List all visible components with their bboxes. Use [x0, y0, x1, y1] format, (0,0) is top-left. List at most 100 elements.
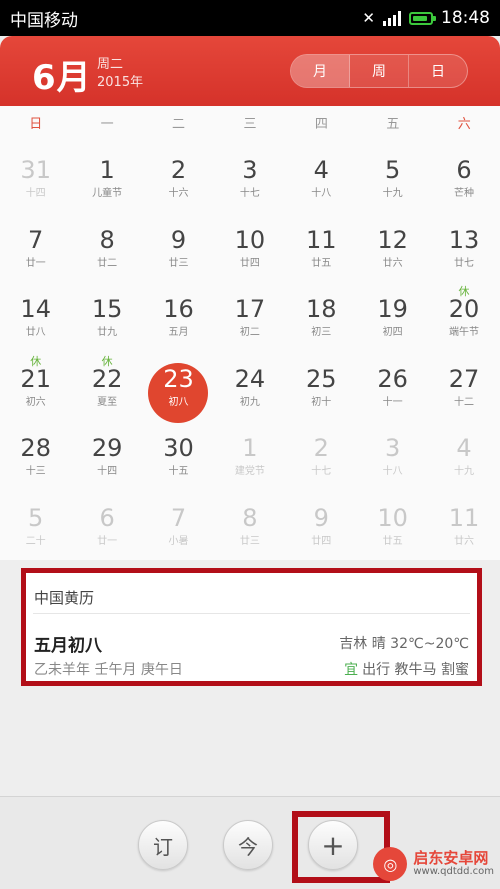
day-number: 28 — [20, 434, 51, 462]
day-number: 16 — [163, 295, 194, 323]
lunar-label: 廿七 — [454, 257, 475, 269]
day-number: 11 — [305, 225, 337, 254]
day-cell[interactable]: 16 五月 — [143, 283, 214, 353]
lunar-label: 建党节 — [234, 466, 265, 477]
day-cell[interactable]: 休 22 夏至 — [71, 353, 142, 423]
day-number: 20 — [448, 295, 480, 323]
day-number: 12 — [377, 225, 408, 254]
day-cell[interactable]: 2 十六 — [143, 144, 214, 214]
day-cell[interactable]: 6 芒种 — [428, 144, 499, 214]
lunar-label: 廿六 — [454, 535, 475, 547]
day-cell[interactable]: 9 廿四 — [286, 492, 357, 561]
day-cell[interactable]: 1 儿童节 — [71, 144, 142, 214]
lunar-label: 廿一 — [25, 257, 46, 269]
weekday-fri: 五 — [386, 116, 400, 132]
lunar-label: 十七 — [311, 466, 332, 477]
day-number: 14 — [20, 295, 51, 323]
day-number: 2 — [313, 434, 329, 462]
day-number: 15 — [91, 295, 123, 323]
lunar-label: 十九 — [382, 188, 403, 199]
calendar-card: 6月 周二 2015年 月 周 日 日 一 二 三 四 五 六 31 十四 1 儿童节… — [0, 36, 500, 560]
day-number: 17 — [234, 295, 266, 323]
yi-items: 出行 教牛马 割蜜 — [362, 662, 469, 678]
day-number: 1 — [242, 434, 258, 462]
day-number: 24 — [234, 364, 266, 393]
day-grid: 31 十四 1 儿童节 2 十六 3 十七 4 十八 5 十九 6 芒种 7 廿一 8 廿二 9 廿三 10 廿四 11 廿五… — [0, 138, 500, 560]
day-cell[interactable]: 29 十四 — [71, 422, 142, 492]
day-number: 31 — [20, 156, 51, 184]
lunar-label: 端午节 — [449, 327, 480, 338]
day-cell[interactable]: 12 廿六 — [357, 214, 428, 284]
lunar-label: 初二 — [239, 327, 260, 338]
tab-week[interactable]: 周 — [350, 55, 409, 87]
lunar-label: 十一 — [382, 396, 403, 408]
day-cell[interactable]: 8 廿三 — [214, 492, 285, 561]
day-number: 23 — [163, 364, 194, 393]
weekday-label: 周二 — [97, 57, 124, 72]
day-cell[interactable]: 4 十九 — [428, 422, 499, 492]
lunar-date: 五月初八 — [34, 636, 102, 656]
day-cell[interactable]: 5 十九 — [357, 144, 428, 214]
day-cell[interactable]: 4 十八 — [286, 144, 357, 214]
day-number: 18 — [305, 295, 337, 323]
lunar-label: 初四 — [382, 327, 403, 338]
day-number: 22 — [91, 364, 123, 393]
day-cell[interactable]: 27 十二 — [428, 353, 499, 423]
day-cell[interactable]: 30 十五 — [143, 422, 214, 492]
lunar-label: 十五 — [168, 466, 189, 477]
day-cell[interactable]: 15 廿九 — [71, 283, 142, 353]
weekday-sun: 日 — [29, 116, 43, 132]
day-cell[interactable]: 17 初二 — [214, 283, 285, 353]
day-cell[interactable]: 28 十三 — [0, 422, 71, 492]
day-cell[interactable]: 6 廿一 — [71, 492, 142, 561]
day-cell-today[interactable]: 23 初八 — [143, 353, 214, 423]
day-number: 19 — [377, 295, 408, 323]
day-cell[interactable]: 14 廿八 — [0, 283, 71, 353]
day-cell[interactable]: 25 初十 — [286, 353, 357, 423]
day-cell[interactable]: 7 小暑 — [143, 492, 214, 561]
day-number: 7 — [28, 225, 44, 254]
day-cell[interactable]: 5 二十 — [0, 492, 71, 561]
day-cell[interactable]: 1 建党节 — [214, 422, 285, 492]
day-cell[interactable]: 休 20 端午节 — [428, 283, 499, 353]
day-cell[interactable]: 13 廿七 — [428, 214, 499, 284]
day-number: 2 — [170, 156, 187, 184]
day-cell[interactable]: 26 十一 — [357, 353, 428, 423]
watermark: ◎ 启东安卓网 www.qdtdd.com — [373, 847, 494, 881]
day-cell[interactable]: 11 廿五 — [286, 214, 357, 284]
lunar-label: 十九 — [454, 466, 475, 477]
day-cell[interactable]: 18 初三 — [286, 283, 357, 353]
lunar-label: 廿五 — [311, 257, 332, 269]
lunar-label: 初六 — [25, 396, 46, 408]
lunar-label: 廿六 — [382, 257, 403, 269]
lunar-label: 廿三 — [239, 535, 260, 547]
day-cell[interactable]: 19 初四 — [357, 283, 428, 353]
subscribe-button[interactable]: 订 — [138, 820, 188, 870]
day-cell[interactable]: 11 廿六 — [428, 492, 499, 561]
tab-day[interactable]: 日 — [409, 55, 467, 87]
day-cell[interactable]: 10 廿四 — [214, 214, 285, 284]
day-cell[interactable]: 3 十七 — [214, 144, 285, 214]
almanac-panel[interactable]: 中国黄历 五月初八 乙未羊年 壬午月 庚午日 吉林 晴 32℃~20℃ 宜出行 … — [21, 568, 482, 686]
month-title[interactable]: 6月 — [32, 50, 92, 99]
yi-label: 宜 — [344, 662, 359, 678]
day-cell[interactable]: 3 十八 — [357, 422, 428, 492]
watermark-url: www.qdtdd.com — [413, 866, 494, 877]
lunar-label: 廿三 — [168, 257, 189, 269]
today-button[interactable]: 今 — [223, 820, 273, 870]
day-cell[interactable]: 8 廿二 — [71, 214, 142, 284]
day-cell[interactable]: 31 十四 — [0, 144, 71, 214]
day-number: 9 — [313, 503, 329, 532]
day-cell[interactable]: 休 21 初六 — [0, 353, 71, 423]
weekday-sat: 六 — [457, 116, 471, 132]
day-number: 9 — [170, 225, 187, 254]
day-cell[interactable]: 7 廿一 — [0, 214, 71, 284]
tab-month[interactable]: 月 — [291, 55, 350, 87]
lunar-label: 廿二 — [97, 257, 118, 269]
day-cell[interactable]: 10 廿五 — [357, 492, 428, 561]
day-number: 3 — [242, 156, 258, 184]
day-cell[interactable]: 24 初九 — [214, 353, 285, 423]
day-cell[interactable]: 9 廿三 — [143, 214, 214, 284]
day-cell[interactable]: 2 十七 — [286, 422, 357, 492]
signal-icon — [383, 10, 401, 26]
